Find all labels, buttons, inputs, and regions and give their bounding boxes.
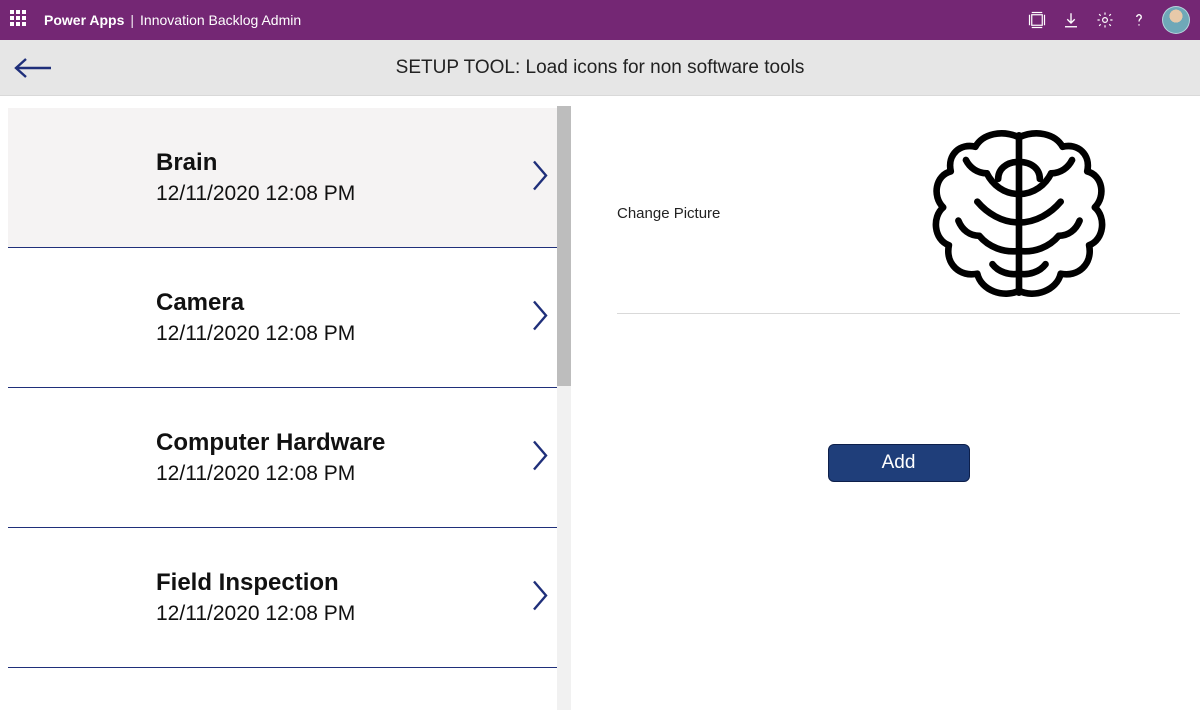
tool-list: Brain 12/11/2020 12:08 PM Camera 12/11/2… [8,108,561,712]
main-area: Brain 12/11/2020 12:08 PM Camera 12/11/2… [0,96,1200,712]
page-title: SETUP TOOL: Load icons for non software … [0,57,1200,79]
fit-to-screen-icon[interactable] [1020,0,1054,40]
list-item[interactable] [8,668,561,712]
list-item-date: 12/11/2020 12:08 PM [156,182,355,206]
chevron-right-icon [531,437,549,478]
list-item[interactable]: Field Inspection 12/11/2020 12:08 PM [8,528,561,668]
add-button[interactable]: Add [828,444,970,482]
icon-preview[interactable] [857,124,1180,304]
app-launcher-icon[interactable] [10,10,30,30]
screen-header: SETUP TOOL: Load icons for non software … [0,40,1200,96]
list-item-date: 12/11/2020 12:08 PM [156,322,355,346]
detail-panel: Change Picture [571,96,1200,712]
list-item-date: 12/11/2020 12:08 PM [156,602,355,626]
global-command-bar: Power Apps | Innovation Backlog Admin [0,0,1200,40]
list-item-name: Computer Hardware [156,429,385,458]
change-picture-row: Change Picture [617,114,1180,314]
back-button[interactable] [12,52,54,84]
brand-separator: | [130,12,134,28]
list-item[interactable]: Camera 12/11/2020 12:08 PM [8,248,561,388]
chevron-right-icon [531,157,549,198]
list-item-name: Field Inspection [156,569,355,598]
list-item-name: Brain [156,149,355,178]
help-icon[interactable] [1122,0,1156,40]
list-scrollbar-thumb[interactable] [557,106,571,386]
avatar[interactable] [1162,6,1190,34]
list-item-date: 12/11/2020 12:08 PM [156,462,385,486]
list-item[interactable]: Computer Hardware 12/11/2020 12:08 PM [8,388,561,528]
download-icon[interactable] [1054,0,1088,40]
brand-label: Power Apps [44,12,124,28]
tool-list-panel: Brain 12/11/2020 12:08 PM Camera 12/11/2… [0,96,571,712]
list-item[interactable]: Brain 12/11/2020 12:08 PM [8,108,561,248]
chevron-right-icon [531,577,549,618]
list-scrollbar[interactable] [557,106,571,710]
brain-icon [924,124,1114,304]
app-name-label: Innovation Backlog Admin [140,12,301,28]
chevron-right-icon [531,297,549,338]
change-picture-label: Change Picture [617,205,857,222]
list-item-name: Camera [156,289,355,318]
gear-icon[interactable] [1088,0,1122,40]
